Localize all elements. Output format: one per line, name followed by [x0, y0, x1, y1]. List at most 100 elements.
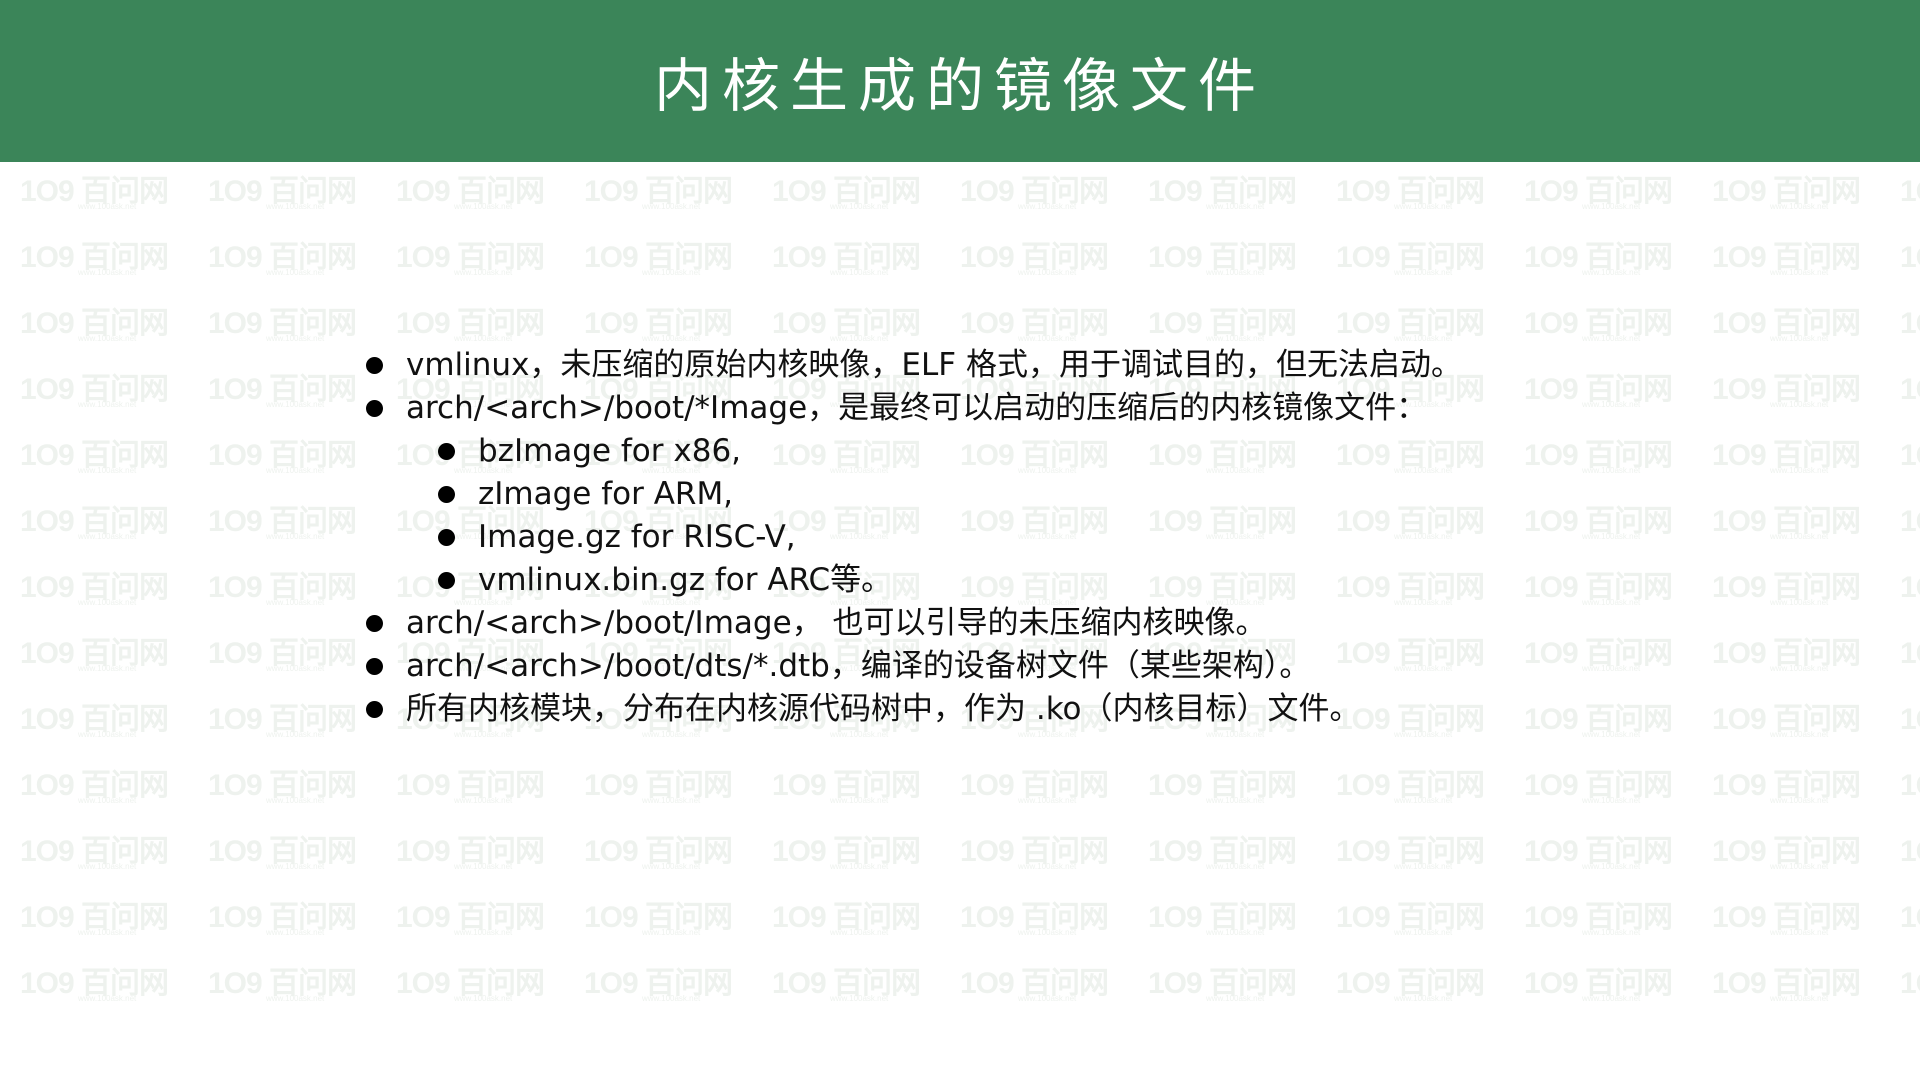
watermark-logo: 1O9 百问网www.100ask.net: [1148, 166, 1298, 216]
watermark-url: www.100ask.net: [266, 598, 325, 607]
watermark-logo: 1O9 百问网www.100ask.net: [1712, 298, 1862, 348]
watermark-text: 1O9 百问网: [1900, 307, 1920, 340]
watermark-logo: 1O9 百问网www.100ask.net: [208, 826, 358, 876]
watermark-url: www.100ask.net: [266, 532, 325, 541]
watermark-url: www.100ask.net: [1394, 796, 1453, 805]
watermark-logo: 1O9 百问网www.100ask.net: [1712, 760, 1862, 810]
watermark-url: www.100ask.net: [642, 796, 701, 805]
watermark-text: 1O9 百问网: [1900, 373, 1920, 406]
watermark-url: www.100ask.net: [1206, 202, 1265, 211]
watermark-logo: 1O9 百问网www.100ask.net: [960, 826, 1110, 876]
watermark-url: www.100ask.net: [1206, 730, 1265, 739]
bullet-dot-icon: [366, 357, 383, 374]
bullet-text: 所有内核模块，分布在内核源代码树中，作为 .ko（内核目标）文件。: [406, 691, 1361, 727]
watermark-url: www.100ask.net: [1018, 796, 1077, 805]
title-bar: 内核生成的镜像文件: [0, 0, 1920, 162]
watermark-url: www.100ask.net: [830, 334, 889, 343]
bullet-text: arch/<arch>/boot/*Image，是最终可以启动的压缩后的内核镜像…: [406, 390, 1428, 426]
watermark-logo: 1O9 百问网www.100ask.net: [1336, 298, 1486, 348]
watermark-url: www.100ask.net: [1394, 730, 1453, 739]
watermark-url: www.100ask.net: [1394, 334, 1453, 343]
watermark-url: www.100ask.net: [1018, 268, 1077, 277]
watermark-url: www.100ask.net: [1770, 664, 1829, 673]
bullet-list: vmlinux，未压缩的原始内核映像，ELF 格式，用于调试目的，但无法启动。 …: [360, 344, 1740, 731]
watermark-url: www.100ask.net: [1770, 400, 1829, 409]
bullet-item: vmlinux，未压缩的原始内核映像，ELF 格式，用于调试目的，但无法启动。: [360, 344, 1740, 387]
watermark-url: www.100ask.net: [1770, 928, 1829, 937]
watermark-url: www.100ask.net: [78, 532, 137, 541]
watermark-url: www.100ask.net: [454, 862, 513, 871]
sub-bullet-item: bzImage for x86,: [360, 430, 1740, 473]
watermark-url: www.100ask.net: [1394, 928, 1453, 937]
watermark-url: www.100ask.net: [266, 268, 325, 277]
watermark-logo: 1O9 百问网www.100ask.net: [208, 892, 358, 942]
watermark-url: www.100ask.net: [1582, 796, 1641, 805]
watermark-url: www.100ask.net: [78, 202, 137, 211]
watermark-logo: 1O9 百问网www.100ask.net: [960, 298, 1110, 348]
watermark-url: www.100ask.net: [642, 994, 701, 1003]
watermark-logo: 1O9 百问网www.100ask.net: [960, 760, 1110, 810]
watermark-text: 1O9 百问网: [1900, 241, 1920, 274]
watermark-url: www.100ask.net: [1770, 268, 1829, 277]
watermark-logo: 1O9 百问网www.100ask.net: [584, 826, 734, 876]
watermark-url: www.100ask.net: [266, 334, 325, 343]
watermark-text: 1O9 百问网: [1900, 901, 1920, 934]
watermark-logo: 1O9 百问网www.100ask.net: [1900, 958, 1920, 1008]
watermark-url: www.100ask.net: [1018, 202, 1077, 211]
watermark-url: www.100ask.net: [1770, 862, 1829, 871]
watermark-url: www.100ask.net: [454, 268, 513, 277]
bullet-dot-icon: [366, 615, 383, 632]
bullet-dot-icon: [366, 658, 383, 675]
watermark-logo: 1O9 百问网www.100ask.net: [396, 958, 546, 1008]
bullet-dot-icon: [366, 400, 383, 417]
watermark-logo: 1O9 百问网www.100ask.net: [1524, 298, 1674, 348]
sub-bullet-item: Image.gz for RISC-V,: [360, 516, 1740, 559]
bullet-item: arch/<arch>/boot/Image， 也可以引导的未压缩内核映像。: [360, 602, 1740, 645]
watermark-logo: 1O9 百问网www.100ask.net: [1336, 232, 1486, 282]
watermark-logo: 1O9 百问网www.100ask.net: [960, 166, 1110, 216]
watermark-logo: 1O9 百问网www.100ask.net: [584, 760, 734, 810]
watermark-logo: 1O9 百问网www.100ask.net: [20, 364, 170, 414]
watermark-logo: 1O9 百问网www.100ask.net: [396, 298, 546, 348]
watermark-text: 1O9 百问网: [1900, 175, 1920, 208]
watermark-logo: 1O9 百问网www.100ask.net: [1900, 892, 1920, 942]
bullet-item: arch/<arch>/boot/*Image，是最终可以启动的压缩后的内核镜像…: [360, 387, 1740, 430]
watermark-url: www.100ask.net: [1018, 334, 1077, 343]
bullet-dot-icon: [438, 572, 455, 589]
watermark-logo: 1O9 百问网www.100ask.net: [208, 496, 358, 546]
watermark-logo: 1O9 百问网www.100ask.net: [20, 298, 170, 348]
watermark-logo: 1O9 百问网www.100ask.net: [396, 760, 546, 810]
watermark-logo: 1O9 百问网www.100ask.net: [1148, 958, 1298, 1008]
watermark-url: www.100ask.net: [78, 334, 137, 343]
watermark-logo: 1O9 百问网www.100ask.net: [772, 892, 922, 942]
watermark-url: www.100ask.net: [454, 994, 513, 1003]
watermark-logo: 1O9 百问网www.100ask.net: [1336, 826, 1486, 876]
watermark-url: www.100ask.net: [1770, 532, 1829, 541]
watermark-logo: 1O9 百问网www.100ask.net: [396, 166, 546, 216]
watermark-logo: 1O9 百问网www.100ask.net: [1524, 166, 1674, 216]
bullet-dot-icon: [438, 529, 455, 546]
watermark-url: www.100ask.net: [830, 994, 889, 1003]
watermark-text: 1O9 百问网: [1900, 439, 1920, 472]
bullet-text: arch/<arch>/boot/Image， 也可以引导的未压缩内核映像。: [406, 605, 1267, 641]
watermark-url: www.100ask.net: [266, 862, 325, 871]
watermark-logo: 1O9 百问网www.100ask.net: [1336, 892, 1486, 942]
watermark-logo: 1O9 百问网www.100ask.net: [960, 892, 1110, 942]
watermark-text: 1O9 百问网: [1900, 637, 1920, 670]
watermark-logo: 1O9 百问网www.100ask.net: [1900, 430, 1920, 480]
watermark-logo: 1O9 百问网www.100ask.net: [1148, 298, 1298, 348]
watermark-url: www.100ask.net: [454, 928, 513, 937]
bullet-text: arch/<arch>/boot/dts/*.dtb，编译的设备树文件（某些架构…: [406, 648, 1311, 684]
bullet-item: arch/<arch>/boot/dts/*.dtb，编译的设备树文件（某些架构…: [360, 645, 1740, 688]
watermark-logo: 1O9 百问网www.100ask.net: [584, 166, 734, 216]
watermark-url: www.100ask.net: [78, 796, 137, 805]
watermark-url: www.100ask.net: [1770, 202, 1829, 211]
watermark-logo: 1O9 百问网www.100ask.net: [584, 958, 734, 1008]
watermark-url: www.100ask.net: [1770, 334, 1829, 343]
watermark-url: www.100ask.net: [830, 268, 889, 277]
watermark-logo: 1O9 百问网www.100ask.net: [772, 298, 922, 348]
watermark-url: www.100ask.net: [266, 202, 325, 211]
watermark-logo: 1O9 百问网www.100ask.net: [1524, 958, 1674, 1008]
watermark-url: www.100ask.net: [266, 730, 325, 739]
watermark-url: www.100ask.net: [78, 598, 137, 607]
